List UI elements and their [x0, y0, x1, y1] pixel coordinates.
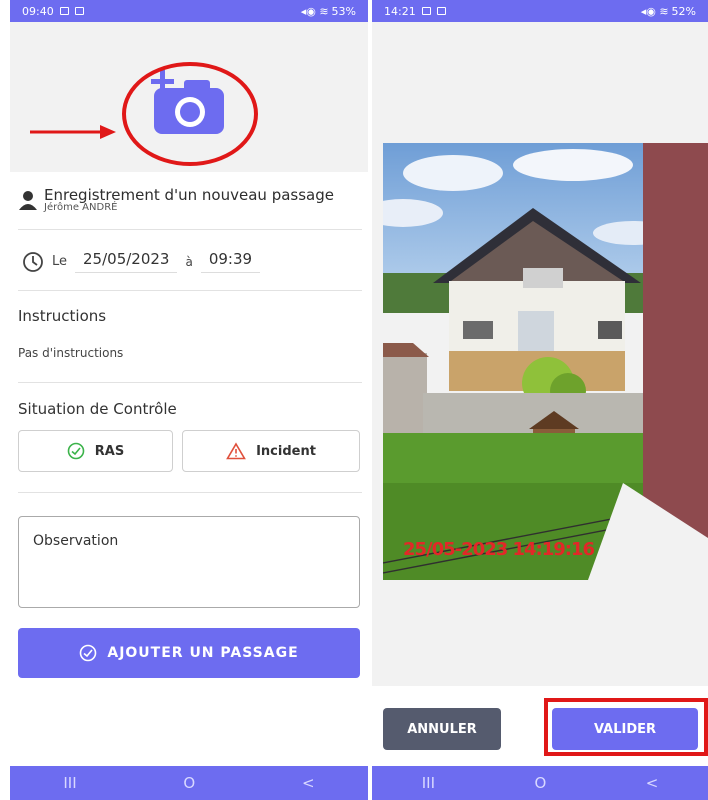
time-separator: à — [185, 254, 193, 269]
date-row: Le 25/05/2023 à 09:39 — [22, 250, 368, 273]
incident-label: Incident — [256, 443, 316, 459]
photo-area — [10, 22, 368, 172]
captured-photo: 25/05-2023 14:19:16 — [383, 143, 708, 580]
cancel-button[interactable]: ANNULER — [383, 708, 501, 750]
instructions-heading: Instructions — [18, 307, 107, 325]
ras-label: RAS — [94, 443, 125, 459]
signal-icon: ◂◉ ≋ — [640, 4, 669, 18]
observation-placeholder: Observation — [33, 533, 119, 549]
screenshot-composite: 09:40 ◂◉ ≋ 53% Enregistrement d'un nouve… — [0, 0, 708, 800]
recent-apps-button[interactable]: III — [63, 774, 76, 792]
add-passage-label: AJOUTER UN PASSAGE — [107, 645, 299, 661]
divider — [18, 229, 362, 230]
observation-field[interactable]: Observation — [18, 516, 360, 608]
status-time: 14:21 — [384, 4, 416, 18]
battery-level: 53% — [331, 4, 356, 18]
photo-timestamp: 25/05-2023 14:19:16 — [403, 539, 595, 560]
android-nav-bar: III O < — [10, 766, 368, 800]
date-prefix: Le — [52, 254, 68, 269]
photo-image — [383, 143, 708, 580]
left-phone-screen: 09:40 ◂◉ ≋ 53% Enregistrement d'un nouve… — [10, 0, 368, 800]
signal-icon: ◂◉ ≋ — [300, 4, 329, 18]
check-circle-icon — [80, 644, 97, 662]
status-time: 09:40 — [22, 4, 54, 18]
check-circle-icon — [67, 442, 85, 460]
notification-icon — [74, 7, 84, 15]
clock-icon — [23, 251, 43, 272]
annotation-rectangle — [544, 698, 708, 756]
annotation-circle — [122, 62, 258, 166]
date-field[interactable]: 25/05/2023 — [75, 250, 178, 273]
home-button[interactable]: O — [534, 774, 546, 792]
battery-level: 52% — [671, 4, 696, 18]
incident-button[interactable]: Incident — [182, 430, 360, 472]
right-phone-screen: 14:21 ◂◉ ≋ 52% 25/05-2023 14:19:16 ANNUL… — [372, 0, 708, 800]
notification-icon — [436, 7, 446, 15]
status-bar: 14:21 ◂◉ ≋ 52% — [372, 0, 708, 22]
passage-header: Enregistrement d'un nouveau passage Jérô… — [18, 186, 368, 213]
add-passage-button[interactable]: AJOUTER UN PASSAGE — [18, 628, 360, 678]
cancel-label: ANNULER — [407, 721, 477, 737]
time-field[interactable]: 09:39 — [200, 250, 261, 273]
notification-icon — [421, 7, 431, 15]
android-nav-bar: III O < — [372, 766, 708, 800]
ras-button[interactable]: RAS — [18, 430, 173, 472]
warning-triangle-icon — [226, 442, 246, 460]
situation-heading: Situation de Contrôle — [18, 400, 177, 418]
divider — [18, 290, 362, 291]
divider — [18, 492, 362, 493]
recent-apps-button[interactable]: III — [422, 774, 435, 792]
home-button[interactable]: O — [183, 774, 195, 792]
user-icon — [19, 191, 37, 210]
back-button[interactable]: < — [646, 774, 659, 792]
status-bar: 09:40 ◂◉ ≋ 53% — [10, 0, 368, 22]
instructions-text: Pas d'instructions — [18, 346, 124, 360]
divider — [18, 382, 362, 383]
back-button[interactable]: < — [302, 774, 315, 792]
annotation-arrow — [30, 125, 116, 139]
notification-icon — [59, 7, 69, 15]
